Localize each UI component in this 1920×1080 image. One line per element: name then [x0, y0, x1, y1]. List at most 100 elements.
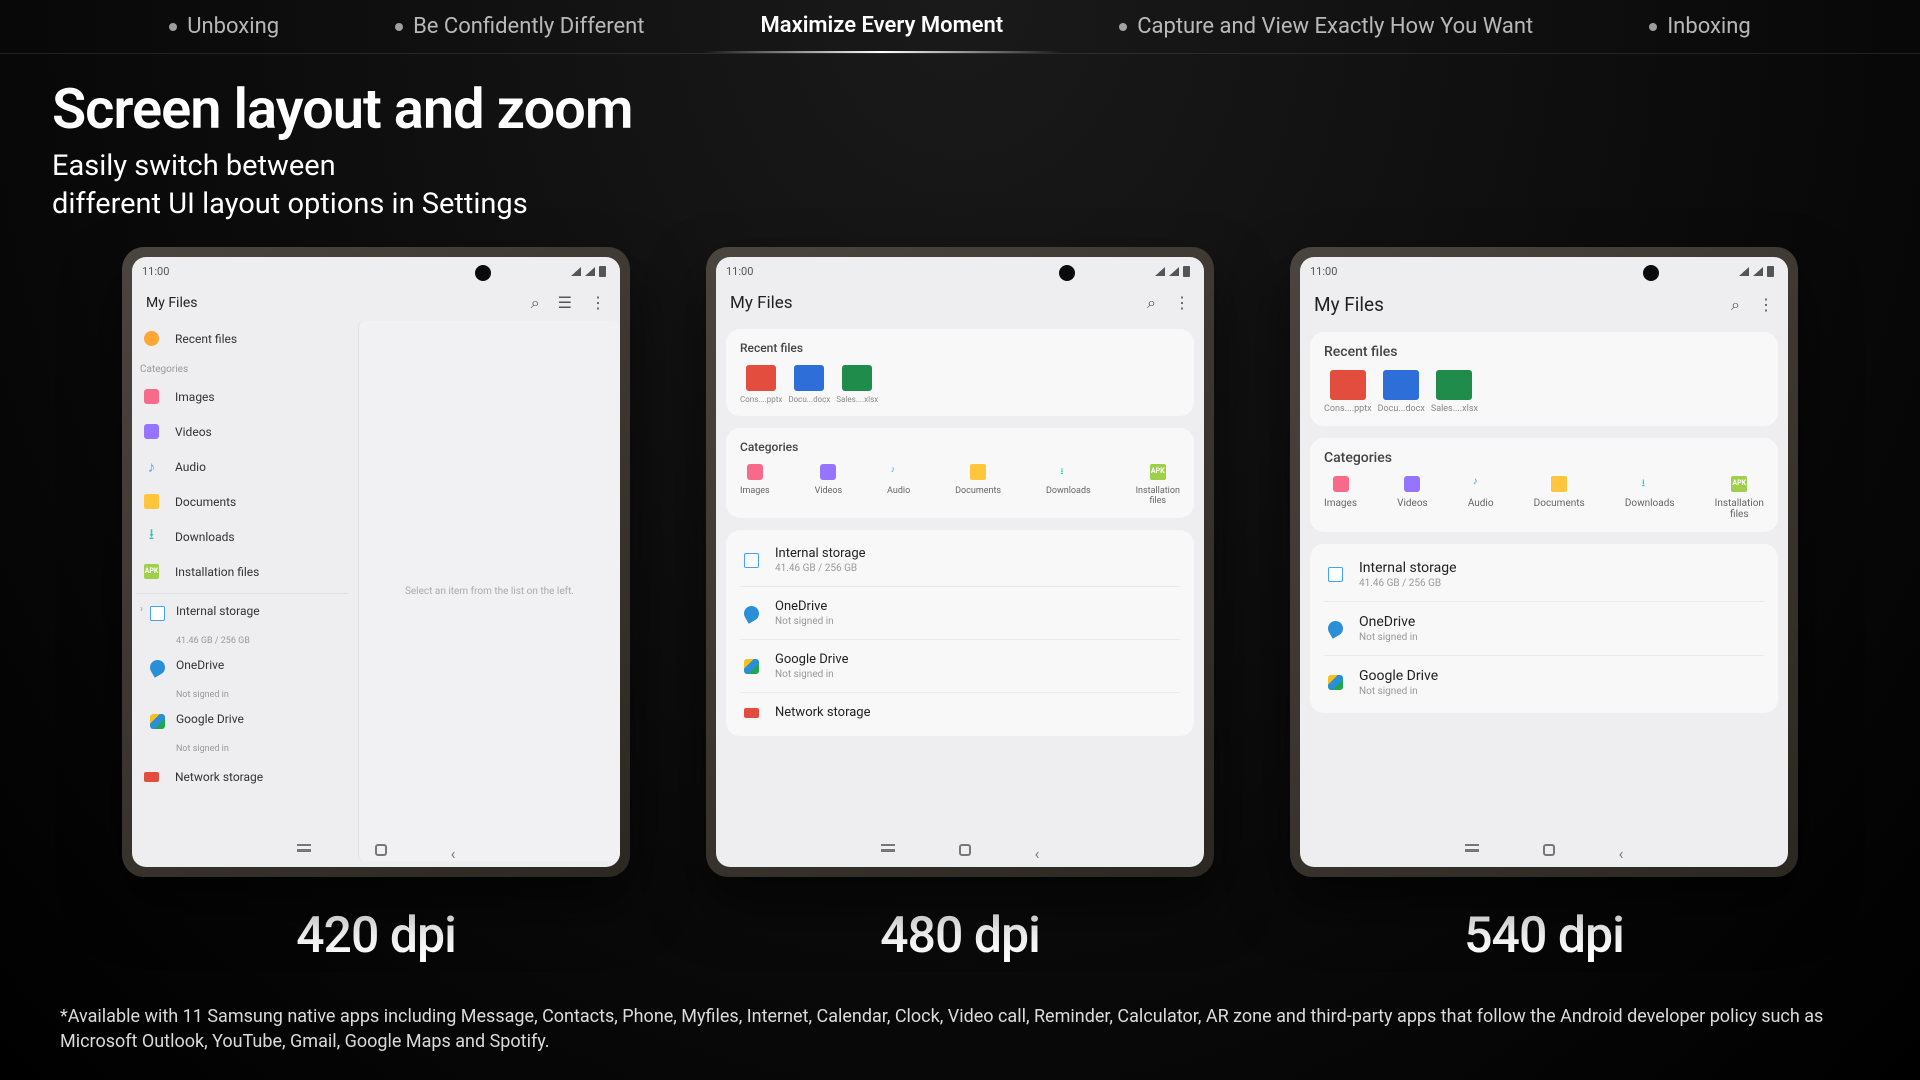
network-icon [144, 772, 159, 782]
storage-googledrive[interactable]: Google DriveNot signed in [1324, 656, 1764, 709]
category-downloads[interactable]: ⭳Downloads [1046, 464, 1091, 506]
nav-item-maximize-moment[interactable]: Maximize Every Moment [733, 0, 1032, 54]
sidebar-item-documents[interactable]: Documents [136, 484, 348, 519]
back-icon[interactable]: ‹ [1619, 844, 1624, 863]
category-audio[interactable]: ♪Audio [1468, 476, 1494, 520]
phone-screen: 11:00 My Files ⌕ ⋮ Recen [716, 257, 1204, 867]
sidebar-item-images[interactable]: Images [136, 379, 348, 414]
search-icon[interactable]: ⌕ [1731, 295, 1740, 315]
sidebar-item-onedrive[interactable]: OneDrive Not signed in [136, 652, 348, 706]
signal-icon [1169, 267, 1179, 276]
categories-card: Categories Images Videos ♪Audio Document… [1310, 438, 1778, 532]
recent-file-doc[interactable]: Docu...docx [788, 365, 830, 404]
category-images[interactable]: Images [1324, 476, 1357, 520]
app-header-actions: ⌕ ⋮ [1147, 293, 1190, 313]
back-icon[interactable]: ‹ [1035, 844, 1040, 863]
app-header: My Files ⌕ ☰ ⋮ [132, 285, 620, 321]
recent-file-doc[interactable]: Docu...docx [1378, 370, 1425, 414]
storage-internal[interactable]: Internal storage41.46 GB / 256 GB [1324, 548, 1764, 602]
home-icon[interactable] [375, 844, 387, 856]
sidebar-item-videos[interactable]: Videos [136, 414, 348, 449]
search-icon[interactable]: ⌕ [1147, 293, 1156, 313]
sidebar-item-network-storage[interactable]: Network storage [136, 760, 348, 794]
sidebar-item-downloads[interactable]: ⭳Downloads [136, 519, 348, 554]
more-icon[interactable]: ⋮ [590, 293, 606, 313]
googledrive-icon [150, 714, 165, 729]
devices-row: 11:00 My Files ⌕ ☰ ⋮ [0, 247, 1920, 965]
more-icon[interactable]: ⋮ [1758, 295, 1774, 315]
sidebar-item-internal-storage[interactable]: › Internal storage 41.46 GB / 256 GB [136, 598, 348, 652]
app-title: My Files [730, 293, 793, 313]
category-videos[interactable]: Videos [815, 464, 843, 506]
signal-icon [585, 267, 595, 276]
more-icon[interactable]: ⋮ [1174, 293, 1190, 313]
excel-icon [1436, 370, 1472, 400]
category-downloads[interactable]: ⭳Downloads [1625, 476, 1675, 520]
camera-cutout-icon [1059, 265, 1075, 281]
downloads-icon: ⭳ [144, 529, 159, 544]
nav-item-capture-view[interactable]: Capture and View Exactly How You Want [1091, 0, 1561, 53]
storage-googledrive[interactable]: Google DriveNot signed in [740, 640, 1180, 693]
signal-icon [571, 267, 581, 276]
search-icon[interactable]: ⌕ [531, 293, 540, 313]
recent-header: Recent files [740, 341, 1180, 355]
category-documents[interactable]: Documents [955, 464, 1001, 506]
recents-icon[interactable] [297, 844, 311, 852]
recent-header: Recent files [1324, 344, 1764, 360]
nav-item-confidently-different[interactable]: Be Confidently Different [367, 0, 672, 53]
powerpoint-icon [746, 365, 776, 391]
googledrive-icon [1328, 675, 1343, 690]
signal-icon [1155, 267, 1165, 276]
storage-internal[interactable]: Internal storage41.46 GB / 256 GB [740, 534, 1180, 587]
app-title: My Files [1314, 293, 1384, 316]
page-title: Screen layout and zoom [52, 76, 1868, 142]
images-icon [747, 464, 763, 480]
category-audio[interactable]: ♪Audio [887, 464, 910, 506]
phone-screen: 11:00 My Files ⌕ ☰ ⋮ [132, 257, 620, 867]
storage-onedrive[interactable]: OneDriveNot signed in [1324, 602, 1764, 656]
videos-icon [820, 464, 836, 480]
dpi-label: 420 dpi [296, 907, 456, 965]
sidebar-item-recent[interactable]: Recent files [136, 321, 348, 356]
storage-onedrive[interactable]: OneDriveNot signed in [740, 587, 1180, 640]
excel-icon [842, 365, 872, 391]
sidebar-item-googledrive[interactable]: Google Drive Not signed in [136, 706, 348, 760]
category-videos[interactable]: Videos [1397, 476, 1428, 520]
sidebar: Recent files Categories Images Videos ♪A… [132, 321, 352, 861]
recent-file-xls[interactable]: Sales....xlsx [836, 365, 878, 404]
home-icon[interactable] [1543, 844, 1555, 856]
audio-icon: ♪ [891, 464, 907, 480]
apk-icon: APK [1150, 464, 1166, 480]
nav-item-unboxing[interactable]: Unboxing [141, 0, 307, 53]
footnote: *Available with 11 Samsung native apps i… [60, 1005, 1880, 1054]
audio-icon: ♪ [144, 459, 159, 474]
app-header-actions: ⌕ ☰ ⋮ [531, 293, 606, 313]
phone-frame: 11:00 My Files ⌕ ☰ ⋮ [122, 247, 630, 877]
apk-icon: APK [144, 564, 159, 579]
recents-icon[interactable] [881, 844, 895, 852]
sidebar-item-audio[interactable]: ♪Audio [136, 449, 348, 484]
app-header-actions: ⌕ ⋮ [1731, 295, 1774, 315]
device-540: 11:00 My Files ⌕ ⋮ Recen [1290, 247, 1798, 965]
categories-header: Categories [740, 440, 1180, 454]
recents-icon[interactable] [1465, 844, 1479, 852]
home-icon[interactable] [959, 844, 971, 856]
device-480: 11:00 My Files ⌕ ⋮ Recen [706, 247, 1214, 965]
list-view-icon[interactable]: ☰ [558, 293, 572, 313]
sidebar-item-installation[interactable]: APKInstallation files [136, 554, 348, 589]
nav-item-inboxing[interactable]: Inboxing [1621, 0, 1779, 53]
status-icons [1155, 266, 1190, 277]
storage-network[interactable]: Network storage [740, 693, 1180, 732]
category-installation[interactable]: APKInstallation files [1136, 464, 1180, 506]
category-documents[interactable]: Documents [1534, 476, 1585, 520]
sidebar-categories-header: Categories [136, 356, 348, 379]
dpi-label: 540 dpi [1464, 907, 1624, 965]
back-icon[interactable]: ‹ [451, 844, 456, 863]
category-installation[interactable]: APKInstallation files [1715, 476, 1764, 520]
nav-dot-icon [1119, 23, 1127, 31]
category-images[interactable]: Images [740, 464, 770, 506]
googledrive-icon [744, 659, 759, 674]
recent-file-xls[interactable]: Sales....xlsx [1431, 370, 1478, 414]
recent-file-ppt[interactable]: Cons....pptx [740, 365, 782, 404]
recent-file-ppt[interactable]: Cons....pptx [1324, 370, 1372, 414]
